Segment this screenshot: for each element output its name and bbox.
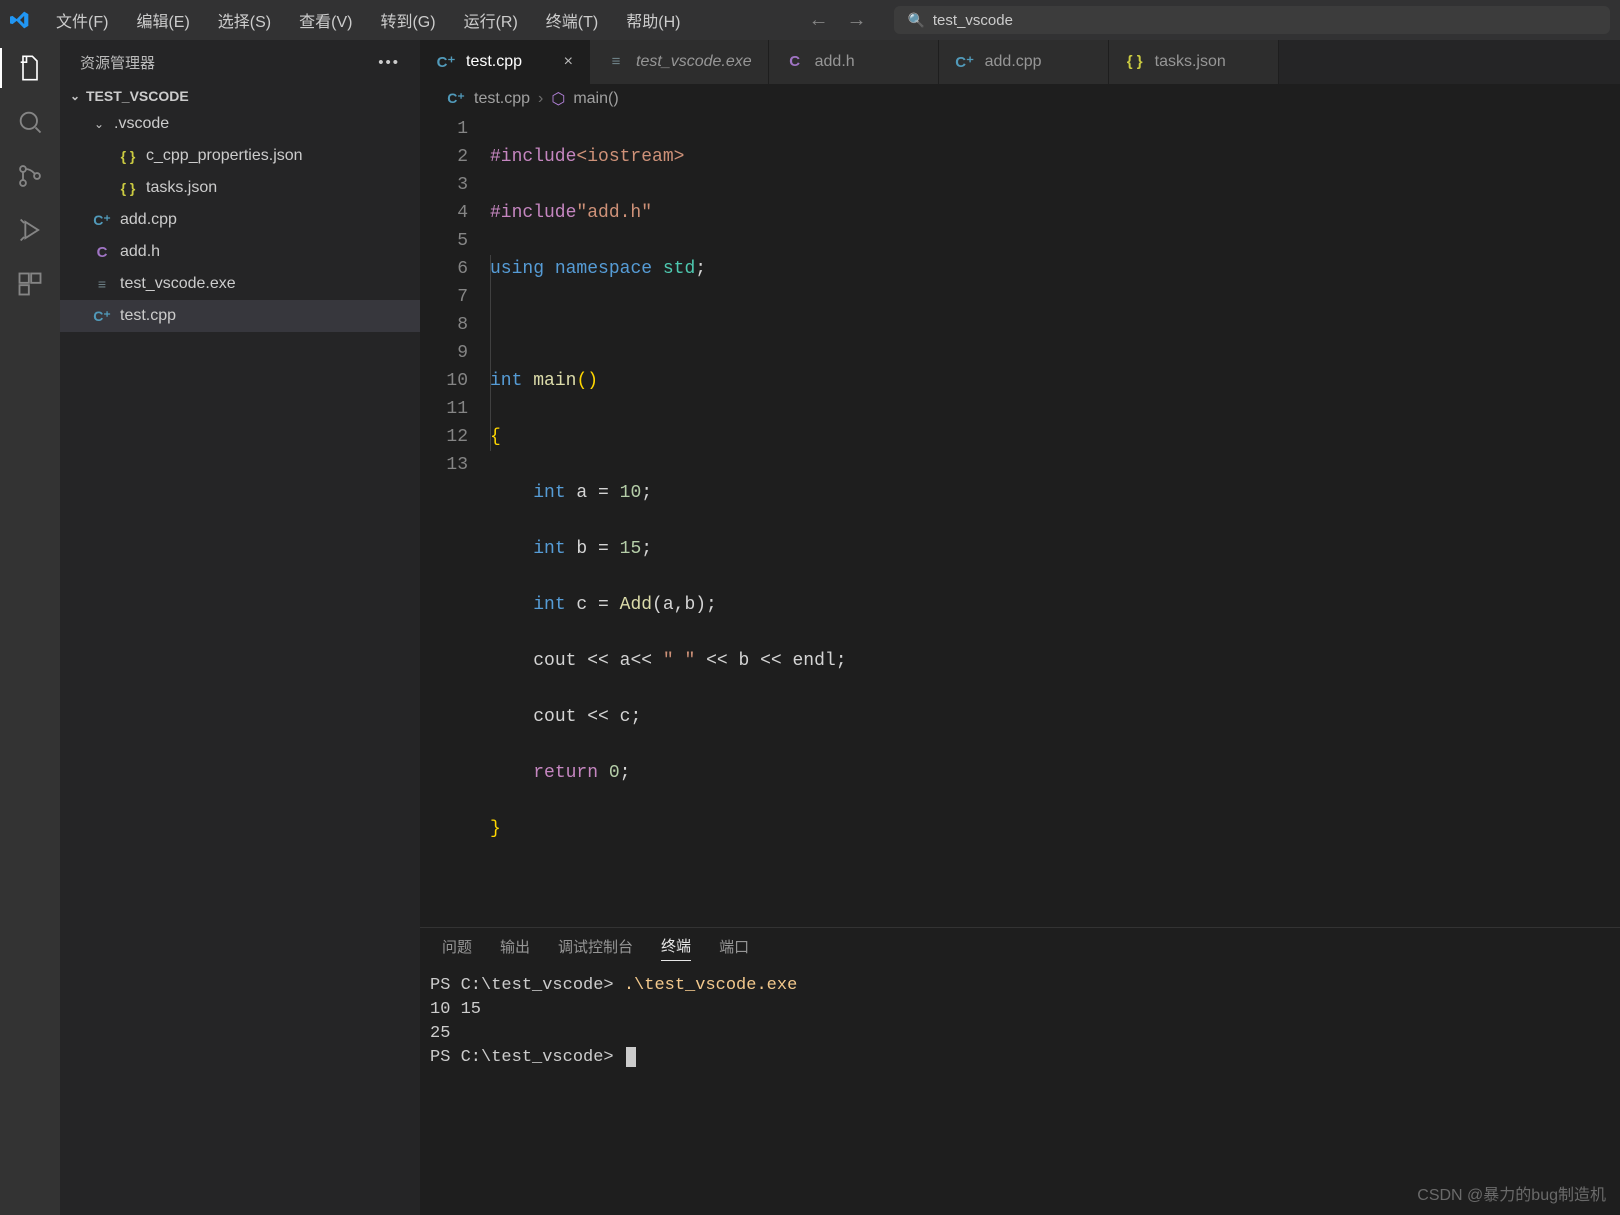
- menu-selection[interactable]: 选择(S): [208, 4, 281, 36]
- activity-extensions-icon[interactable]: [14, 268, 46, 300]
- chevron-down-icon: ⌄: [92, 117, 106, 131]
- nav-forward-icon[interactable]: →: [846, 9, 866, 32]
- folder-root-label: TEST_VSCODE: [86, 88, 189, 104]
- search-text: test_vscode: [933, 12, 1013, 29]
- chevron-right-icon: ›: [538, 90, 543, 108]
- editor-area: C⁺ test.cpp × ≡ test_vscode.exe C add.h …: [420, 40, 1620, 1215]
- vscode-logo-icon: [10, 10, 30, 30]
- tab-exe[interactable]: ≡ test_vscode.exe: [590, 40, 769, 84]
- c-header-icon: C: [92, 244, 112, 261]
- file-exe[interactable]: ≡ test_vscode.exe: [60, 268, 420, 300]
- sidebar-title: 资源管理器: [80, 52, 155, 73]
- watermark: CSDN @暴力的bug制造机: [1417, 1181, 1606, 1205]
- cpp-icon: C⁺: [92, 308, 112, 325]
- file-add-h[interactable]: C add.h: [60, 236, 420, 268]
- menu-terminal[interactable]: 终端(T): [536, 4, 608, 36]
- nav-back-icon[interactable]: ←: [808, 9, 828, 32]
- tab-bar: C⁺ test.cpp × ≡ test_vscode.exe C add.h …: [420, 40, 1620, 84]
- folder-root[interactable]: ⌄ TEST_VSCODE: [60, 84, 420, 108]
- json-icon: { }: [118, 180, 138, 196]
- activity-explorer-icon[interactable]: [14, 52, 46, 84]
- menu-run[interactable]: 运行(R): [454, 4, 528, 36]
- file-label: add.h: [120, 243, 160, 261]
- file-add-cpp[interactable]: C⁺ add.cpp: [60, 204, 420, 236]
- sidebar-explorer: 资源管理器 ••• ⌄ TEST_VSCODE ⌄ .vscode { } c_…: [60, 40, 420, 1215]
- activity-bar: [0, 40, 60, 1215]
- menu-edit[interactable]: 编辑(E): [126, 4, 199, 36]
- file-label: test_vscode.exe: [120, 275, 236, 293]
- tab-test-cpp[interactable]: C⁺ test.cpp ×: [420, 40, 590, 84]
- terminal[interactable]: PS C:\test_vscode> .\test_vscode.exe 10 …: [420, 968, 1620, 1215]
- file-label: tasks.json: [146, 179, 217, 197]
- terminal-output: 10 15: [430, 1000, 481, 1019]
- activity-search-icon[interactable]: [14, 106, 46, 138]
- c-header-icon: C: [785, 53, 805, 70]
- tab-label: test_vscode.exe: [636, 53, 752, 71]
- panel-tab-debug-console[interactable]: 调试控制台: [558, 936, 633, 961]
- terminal-command: .\test_vscode.exe: [624, 976, 797, 995]
- tab-label: add.cpp: [985, 53, 1042, 71]
- menu-view[interactable]: 查看(V): [289, 4, 362, 36]
- tab-add-h[interactable]: C add.h: [769, 40, 939, 84]
- tab-label: add.h: [815, 53, 855, 71]
- exe-icon: ≡: [92, 276, 112, 292]
- cpp-icon: C⁺: [446, 90, 466, 107]
- folder-vscode-label: .vscode: [114, 115, 169, 133]
- terminal-output: 25: [430, 1024, 450, 1043]
- tab-tasks-json[interactable]: { } tasks.json: [1109, 40, 1279, 84]
- tab-add-cpp[interactable]: C⁺ add.cpp: [939, 40, 1109, 84]
- activity-debug-icon[interactable]: [14, 214, 46, 246]
- terminal-prompt: PS C:\test_vscode>: [430, 1048, 624, 1067]
- tab-label: tasks.json: [1155, 53, 1226, 71]
- panel-tab-output[interactable]: 输出: [500, 936, 530, 961]
- terminal-prompt: PS C:\test_vscode>: [430, 976, 624, 995]
- title-bar: 文件(F) 编辑(E) 选择(S) 查看(V) 转到(G) 运行(R) 终端(T…: [0, 0, 1620, 40]
- folder-vscode[interactable]: ⌄ .vscode: [60, 108, 420, 140]
- search-icon: 🔍: [907, 12, 924, 29]
- file-label: test.cpp: [120, 307, 176, 325]
- cpp-icon: C⁺: [955, 53, 975, 71]
- code-editor[interactable]: 123 456 789 101112 13 #include<iostream>…: [420, 113, 1620, 927]
- sidebar-more-icon[interactable]: •••: [378, 54, 400, 71]
- breadcrumb[interactable]: C⁺ test.cpp › ⬡ main(): [420, 84, 1620, 113]
- activity-scm-icon[interactable]: [14, 160, 46, 192]
- code-content[interactable]: #include<iostream> #include"add.h" using…: [490, 115, 1620, 927]
- close-icon[interactable]: ×: [564, 53, 573, 71]
- menu-file[interactable]: 文件(F): [46, 4, 118, 36]
- terminal-cursor: [626, 1047, 636, 1067]
- line-gutter: 123 456 789 101112 13: [420, 115, 490, 927]
- menu-help[interactable]: 帮助(H): [616, 4, 690, 36]
- cpp-icon: C⁺: [436, 53, 456, 71]
- file-label: c_cpp_properties.json: [146, 147, 303, 165]
- file-test-cpp[interactable]: C⁺ test.cpp: [60, 300, 420, 332]
- chevron-down-icon: ⌄: [68, 89, 82, 103]
- panel-tab-problems[interactable]: 问题: [442, 936, 472, 961]
- panel-tab-ports[interactable]: 端口: [719, 936, 749, 961]
- json-icon: { }: [118, 148, 138, 164]
- exe-icon: ≡: [606, 53, 626, 70]
- menu-go[interactable]: 转到(G): [370, 4, 445, 36]
- file-label: add.cpp: [120, 211, 177, 229]
- bottom-panel: 问题 输出 调试控制台 终端 端口 PS C:\test_vscode> .\t…: [420, 927, 1620, 1215]
- panel-tab-terminal[interactable]: 终端: [661, 935, 691, 961]
- symbol-method-icon: ⬡: [551, 89, 565, 109]
- breadcrumb-file: test.cpp: [474, 90, 530, 108]
- tab-label: test.cpp: [466, 53, 522, 71]
- json-icon: { }: [1125, 53, 1145, 70]
- breadcrumb-symbol: main(): [573, 90, 618, 108]
- file-c-cpp-properties[interactable]: { } c_cpp_properties.json: [60, 140, 420, 172]
- file-tasks-json[interactable]: { } tasks.json: [60, 172, 420, 204]
- command-center-search[interactable]: 🔍 test_vscode: [894, 6, 1610, 34]
- cpp-icon: C⁺: [92, 212, 112, 229]
